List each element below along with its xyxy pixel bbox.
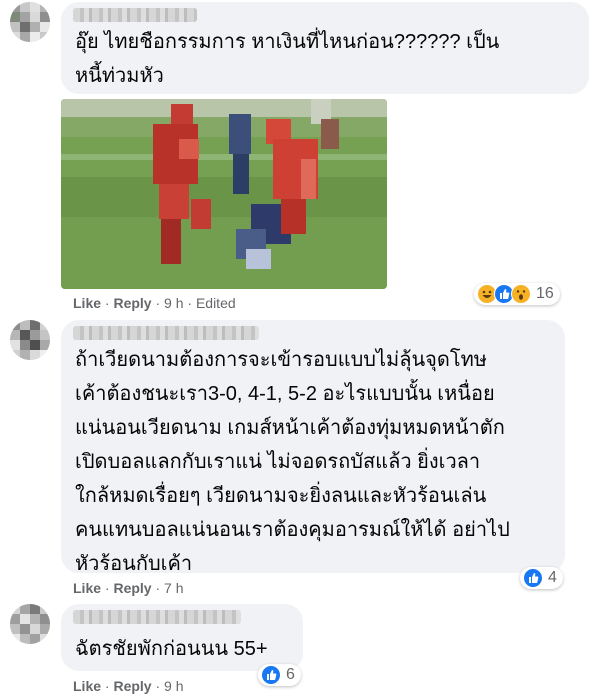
like-link[interactable]: Like [73,295,101,311]
reply-link[interactable]: Reply [113,295,151,311]
like-link[interactable]: Like [73,580,101,596]
comment-meta: · 9 h · Edited [155,295,236,311]
reply-link[interactable]: Reply [113,678,151,694]
comment-text-line: หนี้ท่วมหัว [75,65,164,87]
commenter-name[interactable] [73,8,197,22]
avatar[interactable] [10,320,50,360]
attached-photo[interactable] [61,99,387,289]
avatar[interactable] [10,604,50,644]
reaction-summary[interactable]: 16 [474,283,560,305]
reaction-count: 6 [286,666,295,683]
comment-actions: Like · Reply · 9 h [73,678,184,694]
comment-text-line: ฉัตรชัยพักก่อนนน 55+ [75,638,268,660]
comment-text-line: คนแทนบอลแน่นอนเราต้องคุมอารมณ์ให้ได้ อย่… [75,519,510,541]
comment-text-line: แน่นอนเวียดนาม เกมส์หน้าเค้าต้องทุ่มหมดห… [75,417,505,439]
comment-bubble: ฉัตรชัยพักก่อนนน 55+ [61,604,303,671]
commenter-name[interactable] [73,326,259,340]
like-icon [261,665,281,685]
like-link[interactable]: Like [73,678,101,694]
comment-bubble: ถ้าเวียดนามต้องการจะเข้ารอบแบบไม่ลุ้นจุด… [61,320,565,575]
comment-text-line: หัวร้อนกับเค้า [75,553,193,575]
comment-actions: Like · Reply · 9 h · Edited [73,295,236,311]
comment-text-line: ใกล้หมดเรื่อยๆ เวียดนามจะยิ่งลนและหัวร้อ… [75,485,487,507]
commenter-name[interactable] [73,610,241,624]
comment-text-line: อุ๊ย ไทยชือกรรมการ หาเงินที่ไหนก่อน?????… [75,31,500,53]
comment-meta: · 7 h [155,580,184,596]
comment-text-line: เปิดบอลแลกกับเราแน่ ไม่จอดรถบัสแล้ว ยิ่ง… [75,451,481,473]
like-icon [523,568,543,588]
reaction-summary[interactable]: 6 [258,664,301,686]
wow-icon [511,284,531,304]
comment-actions: Like · Reply · 7 h [73,580,184,596]
comment-meta: · 9 h [155,678,184,694]
reaction-count: 16 [536,285,554,302]
comment-text-line: เค้าต้องชนะเรา3-0, 4-1, 5-2 อะไรแบบนั้น … [75,383,495,405]
reaction-count: 4 [548,569,557,586]
comment-bubble: อุ๊ย ไทยชือกรรมการ หาเงินที่ไหนก่อน?????… [61,2,589,94]
comment-text-line: ถ้าเวียดนามต้องการจะเข้ารอบแบบไม่ลุ้นจุด… [75,349,487,371]
pixelated-football-photo [61,99,387,289]
reaction-summary[interactable]: 4 [520,567,563,589]
reply-link[interactable]: Reply [113,580,151,596]
avatar[interactable] [10,2,50,42]
